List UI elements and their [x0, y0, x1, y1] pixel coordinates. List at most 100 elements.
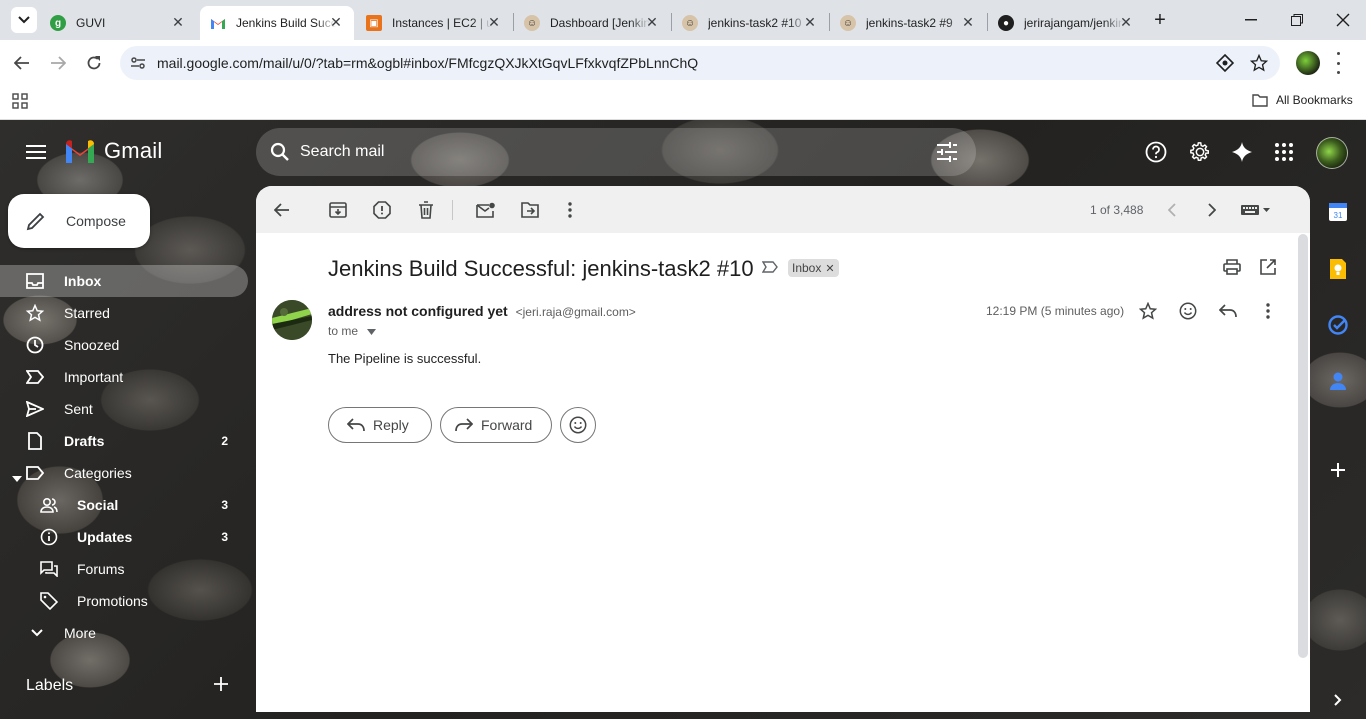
nav-promotions[interactable]: Promotions	[0, 585, 248, 617]
scrollbar[interactable]	[1298, 234, 1308, 658]
profile-avatar[interactable]	[1296, 51, 1320, 75]
site-info-icon[interactable]	[130, 55, 146, 74]
close-window-button[interactable]	[1320, 0, 1366, 40]
more-actions-button[interactable]	[552, 193, 588, 227]
search-options-icon[interactable]	[936, 142, 958, 165]
message-more-button[interactable]	[1253, 296, 1283, 326]
input-tools-button[interactable]	[1234, 193, 1278, 227]
newer-button[interactable]	[1154, 193, 1190, 227]
get-addons-button[interactable]	[1322, 454, 1354, 486]
nav-forums[interactable]: Forums	[0, 553, 248, 585]
search-input[interactable]: Search mail	[256, 128, 976, 176]
caret-down-icon[interactable]	[12, 469, 22, 485]
reply-button[interactable]: Reply	[328, 407, 432, 443]
delete-button[interactable]	[408, 193, 444, 227]
back-to-inbox-button[interactable]	[264, 193, 300, 227]
nav-drafts[interactable]: Drafts 2	[0, 425, 248, 457]
nav-starred[interactable]: Starred	[0, 297, 248, 329]
tab-search-button[interactable]	[0, 0, 40, 40]
inbox-label-chip[interactable]: Inbox ✕	[788, 259, 839, 277]
reply-icon	[347, 418, 365, 432]
recipients-line[interactable]: to me	[328, 324, 377, 338]
tab-guvi[interactable]: g GUVI ✕	[40, 6, 196, 40]
gmail-logo[interactable]: Gmail	[64, 138, 162, 164]
importance-marker-icon[interactable]	[761, 261, 778, 276]
minimize-button[interactable]	[1228, 0, 1274, 40]
tab-gmail[interactable]: Jenkins Build Successful ✕	[200, 6, 354, 40]
close-icon[interactable]: ✕	[644, 14, 660, 30]
archive-icon	[329, 202, 347, 218]
create-label-button[interactable]	[214, 677, 230, 693]
keep-icon[interactable]	[1322, 253, 1354, 285]
inbox-icon	[26, 272, 44, 290]
mark-unread-button[interactable]	[468, 193, 504, 227]
browser-toolbar: mail.google.com/mail/u/0/?tab=rm&ogbl#in…	[0, 40, 1366, 86]
sender-name[interactable]: address not configured yet	[328, 303, 508, 319]
calendar-icon[interactable]: 31	[1322, 196, 1354, 228]
emoji-reaction-button[interactable]	[560, 407, 596, 443]
people-icon	[40, 496, 58, 514]
nav-more[interactable]: More	[0, 617, 248, 649]
show-details-icon[interactable]	[367, 324, 377, 338]
tab-ec2[interactable]: ▣ Instances | EC2 | us-east-1 ✕	[356, 6, 512, 40]
close-icon[interactable]: ✕	[170, 14, 186, 30]
nav-updates[interactable]: Updates 3	[0, 521, 248, 553]
restore-button[interactable]	[1274, 0, 1320, 40]
main-menu-button[interactable]	[16, 132, 56, 172]
nav-label: Sent	[64, 401, 93, 417]
add-reaction-button[interactable]	[1173, 296, 1203, 326]
tasks-icon[interactable]	[1322, 309, 1354, 341]
extension-icon[interactable]	[1215, 53, 1235, 75]
all-bookmarks-button[interactable]: All Bookmarks	[1252, 93, 1353, 107]
compose-button[interactable]: Compose	[8, 194, 150, 248]
search-icon[interactable]	[270, 142, 290, 165]
close-icon[interactable]: ✕	[486, 14, 502, 30]
tab-jenkins-task2-9[interactable]: ☺ jenkins-task2 #9 ✕	[830, 6, 986, 40]
bookmark-star-icon[interactable]	[1249, 53, 1269, 75]
archive-button[interactable]	[320, 193, 356, 227]
google-apps-icon[interactable]	[1264, 132, 1304, 172]
move-to-button[interactable]	[512, 193, 548, 227]
forward-button[interactable]: Forward	[440, 407, 552, 443]
close-icon[interactable]: ✕	[1118, 14, 1134, 30]
help-icon[interactable]	[1136, 132, 1176, 172]
forward-button[interactable]	[42, 47, 74, 79]
star-message-button[interactable]	[1133, 296, 1163, 326]
close-icon[interactable]: ✕	[960, 14, 976, 30]
remove-label-icon[interactable]: ✕	[825, 262, 834, 275]
print-icon	[1223, 259, 1241, 275]
close-icon[interactable]: ✕	[328, 14, 344, 30]
older-button[interactable]	[1194, 193, 1230, 227]
nav-label: Categories	[64, 465, 132, 481]
account-avatar[interactable]	[1316, 137, 1348, 169]
back-button[interactable]	[6, 47, 38, 79]
nav-categories[interactable]: Categories	[0, 457, 248, 489]
apps-grid-icon[interactable]	[12, 93, 28, 112]
settings-gear-icon[interactable]	[1180, 132, 1220, 172]
reload-button[interactable]	[78, 47, 110, 79]
nav-social[interactable]: Social 3	[0, 489, 248, 521]
print-all-button[interactable]	[1217, 252, 1247, 282]
nav-snoozed[interactable]: Snoozed	[0, 329, 248, 361]
jenkins-icon: ☺	[524, 15, 540, 31]
tab-jenkins-task2-10[interactable]: ☺ jenkins-task2 #10 ✕	[672, 6, 828, 40]
nav-sent[interactable]: Sent	[0, 393, 248, 425]
open-in-new-window-button[interactable]	[1253, 252, 1283, 282]
report-spam-button[interactable]	[364, 193, 400, 227]
new-tab-button[interactable]: +	[1140, 0, 1180, 40]
tab-github[interactable]: ● jerirajangam/jenkins ✕	[988, 6, 1144, 40]
nav-important[interactable]: Important	[0, 361, 248, 393]
mail-unread-icon	[476, 202, 495, 218]
nav-inbox[interactable]: Inbox	[0, 265, 248, 297]
show-side-panel-button[interactable]	[1322, 684, 1354, 716]
close-icon[interactable]: ✕	[802, 14, 818, 30]
sender-avatar[interactable]	[272, 300, 312, 340]
gemini-sparkle-icon[interactable]	[1222, 132, 1262, 172]
tab-jenkins-dashboard[interactable]: ☺ Dashboard [Jenkins] ✕	[514, 6, 670, 40]
reply-icon-button[interactable]	[1213, 296, 1243, 326]
contacts-icon[interactable]	[1322, 365, 1354, 397]
nav-label: Important	[64, 369, 124, 385]
kebab-menu-icon[interactable]	[1334, 52, 1342, 74]
arrow-back-icon	[274, 203, 289, 217]
address-bar[interactable]: mail.google.com/mail/u/0/?tab=rm&ogbl#in…	[120, 46, 1280, 80]
